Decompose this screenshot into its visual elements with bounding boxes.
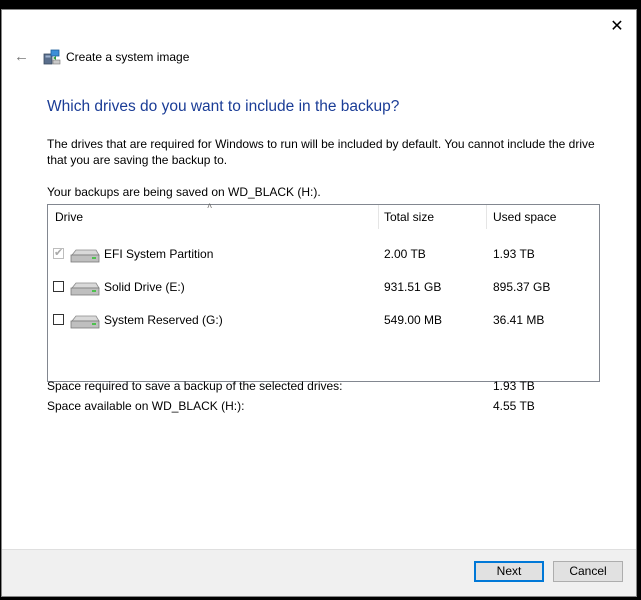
- drive-name: Solid Drive (E:): [104, 280, 185, 294]
- drive-icon: [70, 315, 100, 329]
- drive-list[interactable]: ˄ Drive Total size Used space ✔ EFI Syst…: [47, 201, 600, 382]
- wizard-window: ✕ ← Create a system image Which drives d…: [1, 9, 637, 597]
- space-available-label: Space available on WD_BLACK (H:):: [47, 399, 245, 413]
- back-arrow-icon[interactable]: ←: [14, 49, 30, 65]
- drive-total-size: 931.51 GB: [384, 280, 442, 294]
- drive-used-space: 36.41 MB: [493, 313, 545, 327]
- next-button[interactable]: Next: [474, 561, 544, 582]
- button-bar: Next Cancel: [2, 549, 636, 596]
- column-header-used-space[interactable]: Used space: [493, 205, 556, 229]
- space-required-label: Space required to save a backup of the s…: [47, 379, 343, 393]
- close-button[interactable]: ✕: [606, 16, 628, 38]
- drive-used-space: 895.37 GB: [493, 280, 551, 294]
- include-checkbox[interactable]: [53, 314, 64, 325]
- drive-icon: [70, 249, 100, 263]
- drive-total-size: 549.00 MB: [384, 313, 443, 327]
- space-required-value: 1.93 TB: [493, 379, 535, 393]
- drive-total-size: 2.00 TB: [384, 247, 426, 261]
- table-row[interactable]: System Reserved (G:) 549.00 MB 36.41 MB: [48, 304, 599, 337]
- sort-ascending-icon: ˄: [207, 201, 213, 211]
- drive-used-space: 1.93 TB: [493, 247, 535, 261]
- cancel-button[interactable]: Cancel: [553, 561, 623, 582]
- column-divider[interactable]: [378, 205, 379, 229]
- table-row[interactable]: ✔ EFI System Partition 2.00 TB 1.93 TB: [48, 238, 599, 271]
- column-header-drive[interactable]: Drive: [55, 205, 83, 229]
- page-description: The drives that are required for Windows…: [47, 137, 595, 167]
- table-row[interactable]: Solid Drive (E:) 931.51 GB 895.37 GB: [48, 271, 599, 304]
- drive-icon: [70, 282, 100, 296]
- backup-app-icon: [43, 48, 61, 66]
- backup-destination-text: Your backups are being saved on WD_BLACK…: [47, 185, 321, 199]
- column-header-total-size[interactable]: Total size: [384, 205, 434, 229]
- drive-name: System Reserved (G:): [104, 313, 223, 327]
- window-title: Create a system image: [66, 50, 190, 64]
- close-icon: ✕: [610, 18, 624, 35]
- checkmark-icon: ✔: [54, 247, 64, 259]
- column-divider[interactable]: [486, 205, 487, 229]
- space-available-value: 4.55 TB: [493, 399, 535, 413]
- page-heading: Which drives do you want to include in t…: [47, 98, 400, 115]
- drive-name: EFI System Partition: [104, 247, 214, 261]
- include-checkbox[interactable]: [53, 281, 64, 292]
- include-checkbox: ✔: [53, 247, 64, 259]
